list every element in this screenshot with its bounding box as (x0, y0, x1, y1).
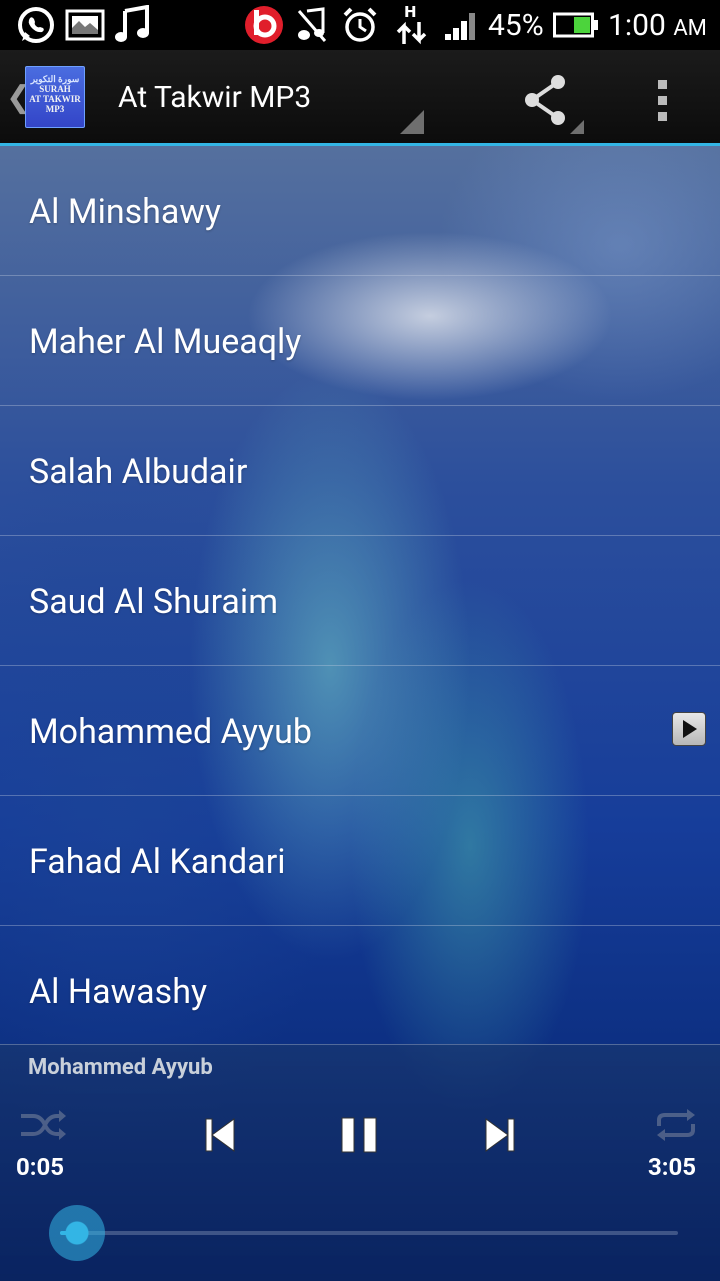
battery-percent: 45% (488, 8, 544, 43)
pause-icon (341, 1117, 377, 1153)
list-item-label: Mohammed Ayyub (29, 712, 312, 752)
data-transfer-icon: H (394, 4, 430, 45)
app-icon[interactable]: سورة التكوير SURAH AT TAKWIR MP3 (25, 66, 85, 128)
list-item[interactable]: Mohammed Ayyub (0, 666, 720, 796)
list-item[interactable]: Salah Albudair (0, 406, 720, 536)
list-item-label: Al Minshawy (29, 192, 222, 232)
list-item[interactable]: Saud Al Shuraim (0, 536, 720, 666)
repeat-button[interactable] (652, 1107, 700, 1143)
skip-previous-icon (205, 1118, 235, 1152)
mute-icon (294, 5, 330, 45)
list-item-label: Salah Albudair (29, 452, 248, 492)
shuffle-button[interactable] (18, 1107, 68, 1143)
reciter-list: Al Minshawy Maher Al Mueaqly Salah Albud… (0, 146, 720, 1066)
music-note-icon (112, 5, 152, 45)
signal-icon (442, 5, 482, 45)
now-playing-title: Mohammed Ayyub (28, 1055, 213, 1080)
battery-icon (553, 5, 599, 45)
status-bar: H 45% 1:00 AM (0, 0, 720, 50)
share-button[interactable] (520, 70, 584, 134)
list-item[interactable]: Al Minshawy (0, 146, 720, 276)
shuffle-icon (21, 1110, 66, 1140)
seek-bar-thumb[interactable] (49, 1205, 105, 1261)
next-button[interactable] (480, 1115, 520, 1155)
gallery-icon (64, 5, 106, 45)
overflow-menu-button[interactable] (648, 76, 678, 126)
now-playing-indicator-icon (672, 712, 706, 746)
seek-bar[interactable] (60, 1231, 678, 1235)
previous-button[interactable] (200, 1115, 240, 1155)
list-item-label: Maher Al Mueaqly (29, 322, 302, 362)
list-item-label: Saud Al Shuraim (29, 582, 279, 622)
repeat-icon (657, 1109, 695, 1141)
page-title[interactable]: At Takwir MP3 (118, 80, 311, 115)
more-vertical-icon (658, 80, 667, 121)
beats-icon (242, 5, 286, 45)
action-bar: ❮ سورة التكوير SURAH AT TAKWIR MP3 At Ta… (0, 50, 720, 146)
list-item-label: Al Hawashy (29, 972, 208, 1012)
pause-button[interactable] (338, 1115, 382, 1155)
clock: 1:00 AM (608, 8, 707, 43)
whatsapp-icon (14, 5, 58, 45)
list-item[interactable]: Maher Al Mueaqly (0, 276, 720, 406)
svg-text:H: H (404, 4, 417, 21)
skip-next-icon (485, 1118, 515, 1152)
list-item[interactable]: Fahad Al Kandari (0, 796, 720, 926)
dropdown-indicator-icon (400, 110, 424, 134)
music-player: Mohammed Ayyub 0:05 3:05 (0, 1044, 720, 1281)
list-item-label: Fahad Al Kandari (29, 842, 286, 882)
share-icon (525, 75, 584, 134)
elapsed-time: 0:05 (16, 1153, 65, 1181)
alarm-icon (340, 5, 380, 45)
total-duration: 3:05 (648, 1153, 697, 1181)
